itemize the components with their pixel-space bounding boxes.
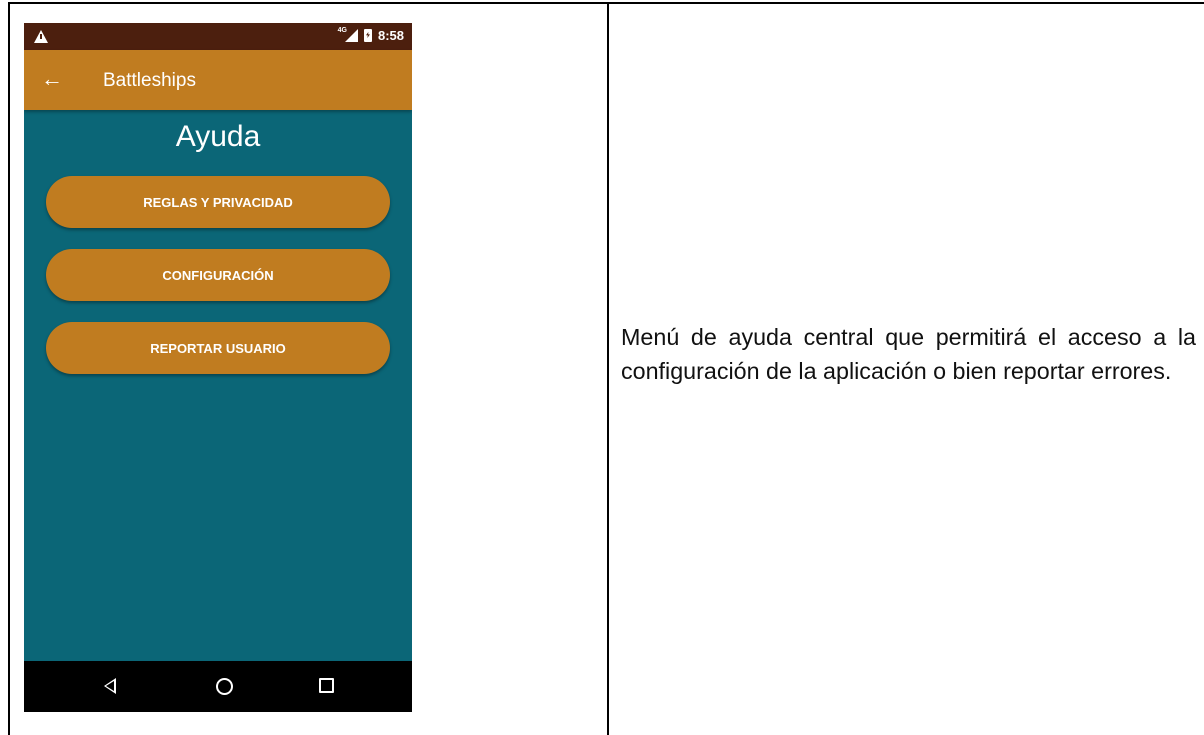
triangle-back-icon[interactable]	[104, 678, 116, 694]
configuration-button[interactable]: CONFIGURACIÓN	[46, 249, 390, 301]
description-text: Menú de ayuda central que permitirá el a…	[621, 324, 1196, 384]
arrow-left-icon[interactable]: ←	[41, 68, 63, 90]
table-border-left	[8, 2, 10, 735]
phone-screenshot: 4G 8:58 ← Battleships Ayuda REGLAS Y PRI…	[24, 23, 412, 712]
app-title: Battleships	[103, 70, 196, 91]
warning-icon	[34, 30, 48, 43]
status-time: 8:58	[377, 28, 404, 43]
square-recents-icon[interactable]	[319, 678, 334, 693]
report-user-button[interactable]: REPORTAR USUARIO	[46, 322, 390, 374]
circle-home-icon[interactable]	[216, 678, 233, 695]
document-table: 4G 8:58 ← Battleships Ayuda REGLAS Y PRI…	[0, 0, 1204, 735]
app-bar: ← Battleships	[24, 50, 412, 110]
screen-title: Ayuda	[175, 120, 261, 153]
rules-privacy-button[interactable]: REGLAS Y PRIVACIDAD	[46, 176, 390, 228]
table-border-middle	[607, 2, 609, 735]
status-bar: 4G 8:58	[24, 23, 412, 50]
status-indicators: 4G 8:58	[337, 27, 404, 43]
battery-charging-icon	[363, 29, 372, 42]
network-type: 4G	[337, 27, 347, 34]
table-border-top	[8, 2, 1204, 4]
navigation-bar	[24, 661, 412, 712]
